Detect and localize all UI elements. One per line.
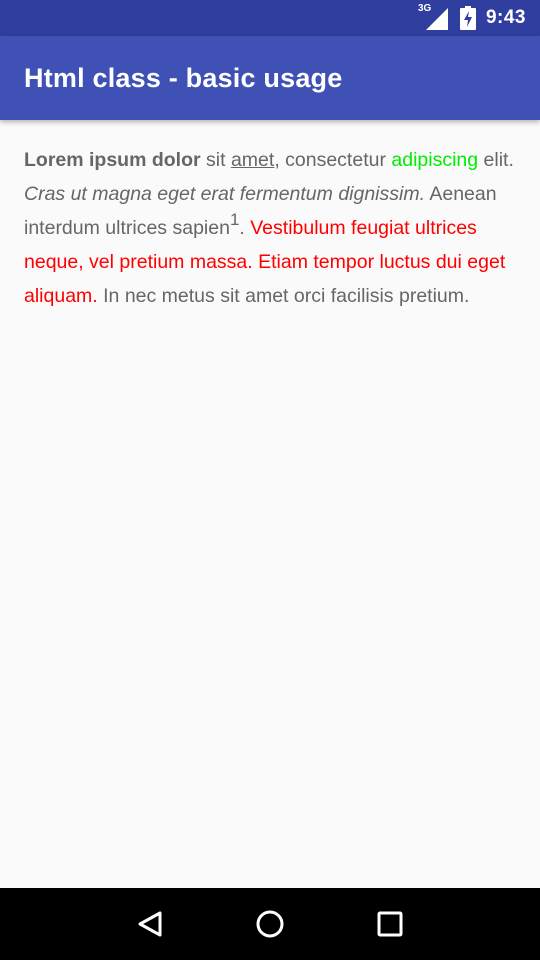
recents-icon [377,911,403,937]
network-type-label: 3G [417,3,432,14]
plain-text: elit. [478,149,514,171]
cell-signal-icon: 3G [418,3,448,30]
italic-text: Cras ut magna eget erat fermentum dignis… [24,183,426,205]
home-button[interactable] [240,894,300,954]
app-bar: Html class - basic usage [0,36,540,120]
plain-text: In nec metus sit amet orci facilisis pre… [97,285,470,307]
plain-text: . [239,217,251,239]
page-title: Html class - basic usage [24,62,343,93]
recents-button[interactable] [360,894,420,954]
plain-text: sit [200,149,231,171]
html-text-view: Lorem ipsum dolor sit amet, consectetur … [24,143,516,313]
back-button[interactable] [120,894,180,954]
plain-text: , consectetur [274,149,392,171]
clock: 9:43 [485,7,526,28]
green-text: adipiscing [391,149,479,171]
underlined-text: amet [230,149,275,171]
bold-text: Lorem ipsum dolor [24,149,201,171]
navigation-bar [0,888,540,960]
superscript-text: 1 [229,210,240,229]
battery-charging-icon [459,6,476,30]
status-bar: 3G 9:43 [0,0,540,36]
home-icon [256,910,284,938]
back-icon [138,911,162,937]
